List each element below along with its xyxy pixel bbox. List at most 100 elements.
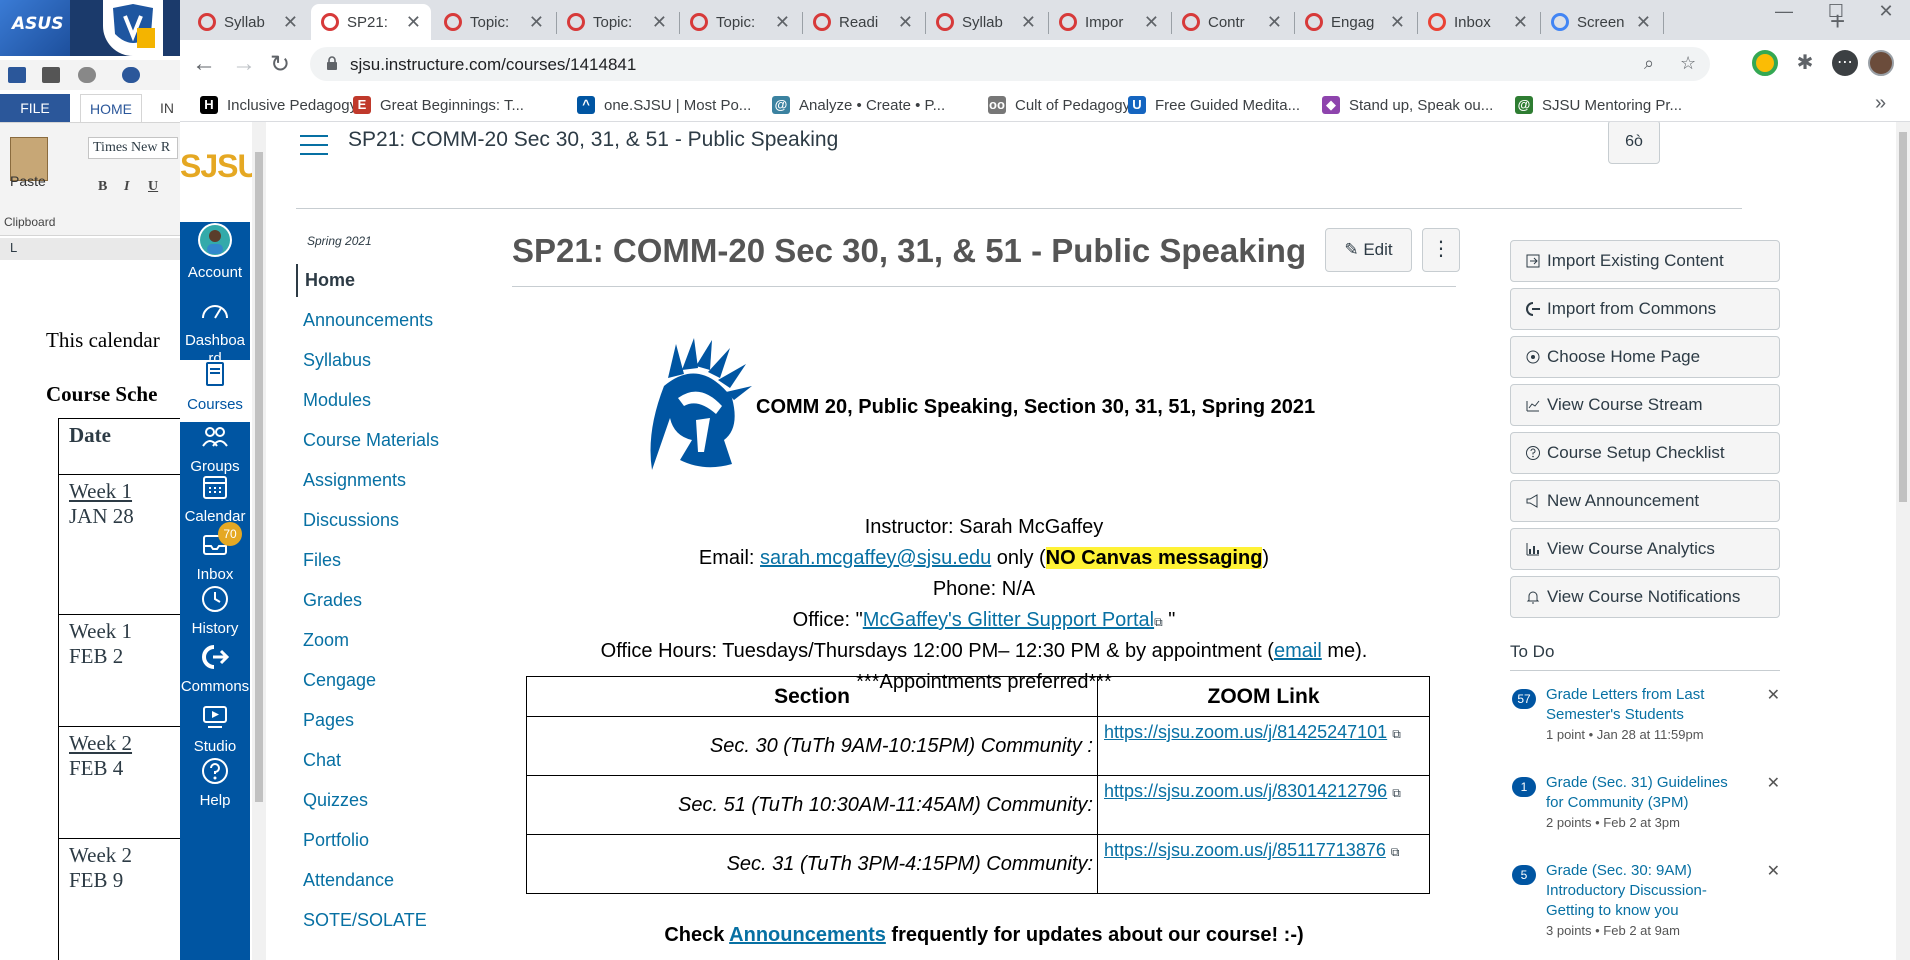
- browser-tab[interactable]: Syllab ✕: [926, 4, 1046, 40]
- course-nav-sote-solate[interactable]: SOTE/SOLATE: [296, 904, 466, 937]
- puzzle-icon[interactable]: ✱: [1792, 50, 1818, 76]
- course-setup-checklist-button[interactable]: Course Setup Checklist: [1510, 432, 1780, 474]
- scroll-thumb[interactable]: [255, 152, 263, 802]
- close-tab-icon[interactable]: ✕: [1267, 12, 1282, 33]
- bookmark-item[interactable]: E Great Beginnings: T...: [353, 94, 524, 116]
- tab-home[interactable]: HOME: [80, 94, 142, 122]
- todo-title-link[interactable]: Grade Letters from Last Semester's Stude…: [1546, 685, 1746, 725]
- global-nav-help[interactable]: Help: [180, 756, 250, 812]
- course-nav-portfolio[interactable]: Portfolio: [296, 824, 466, 857]
- email-link[interactable]: sarah.mcgaffey@sjsu.edu: [760, 547, 991, 569]
- bookmark-item[interactable]: @ SJSU Mentoring Pr...: [1515, 94, 1682, 116]
- browser-tab[interactable]: Inbox ✕: [1418, 4, 1538, 40]
- course-nav-files[interactable]: Files: [296, 544, 466, 577]
- close-tab-icon[interactable]: ✕: [652, 12, 667, 33]
- global-nav-commons[interactable]: Commons: [180, 642, 250, 702]
- italic-button[interactable]: I: [124, 179, 129, 195]
- close-tab-icon[interactable]: ✕: [529, 12, 544, 33]
- global-nav-studio[interactable]: Studio: [180, 702, 250, 756]
- bookmark-item[interactable]: ◆ Stand up, Speak ou...: [1322, 94, 1493, 116]
- browser-tab[interactable]: Engag ✕: [1295, 4, 1415, 40]
- forward-icon[interactable]: →: [232, 50, 256, 78]
- global-nav-account[interactable]: Account: [180, 222, 250, 290]
- undo-icon[interactable]: [78, 67, 96, 83]
- zoom-link[interactable]: https://sjsu.zoom.us/j/81425247101: [1104, 722, 1387, 742]
- browser-tab[interactable]: Topic: ✕: [557, 4, 677, 40]
- course-nav-assignments[interactable]: Assignments: [296, 464, 466, 497]
- course-nav-cengage[interactable]: Cengage: [296, 664, 466, 697]
- course-nav-syllabus[interactable]: Syllabus: [296, 344, 466, 377]
- profile-avatar[interactable]: [1868, 50, 1894, 76]
- browser-tab[interactable]: Readi ✕: [803, 4, 923, 40]
- zoom-link[interactable]: https://sjsu.zoom.us/j/85117713876: [1104, 840, 1386, 860]
- breadcrumb[interactable]: SP21: COMM-20 Sec 30, 31, & 51 - Public …: [348, 128, 838, 152]
- browser-tab[interactable]: Syllab ✕: [188, 4, 308, 40]
- tab-stop-marker[interactable]: L: [10, 240, 17, 255]
- asus-icon[interactable]: ASUS: [0, 0, 70, 56]
- dismiss-icon[interactable]: ✕: [1767, 685, 1780, 705]
- browser-tab[interactable]: Topic: ✕: [680, 4, 800, 40]
- underline-button[interactable]: U: [148, 179, 158, 195]
- global-nav-groups[interactable]: Groups: [180, 422, 250, 475]
- course-nav-grades[interactable]: Grades: [296, 584, 466, 617]
- bold-button[interactable]: B: [98, 179, 107, 195]
- close-tab-icon[interactable]: ✕: [1021, 12, 1036, 33]
- page-scrollbar[interactable]: [1896, 122, 1910, 960]
- save-icon[interactable]: [42, 67, 60, 83]
- global-nav-courses[interactable]: Courses: [180, 360, 250, 422]
- maximize-icon[interactable]: ☐: [1810, 0, 1862, 30]
- word-icon[interactable]: [8, 67, 26, 83]
- view-course-analytics-button[interactable]: View Course Analytics: [1510, 528, 1780, 570]
- immersive-reader-icon[interactable]: 6ò: [1608, 122, 1660, 164]
- course-nav-course-materials[interactable]: Course Materials: [296, 424, 466, 457]
- view-course-notifications-button[interactable]: View Course Notifications: [1510, 576, 1780, 618]
- close-tab-icon[interactable]: ✕: [406, 12, 421, 33]
- browser-tab[interactable]: Topic: ✕: [434, 4, 554, 40]
- shield-icon[interactable]: [103, 0, 163, 56]
- menu-dots-icon[interactable]: ⋯: [1832, 50, 1858, 76]
- email-me-link[interactable]: email: [1274, 640, 1322, 662]
- browser-tab[interactable]: Contr ✕: [1172, 4, 1292, 40]
- more-bookmarks-icon[interactable]: »: [1875, 92, 1886, 115]
- redo-icon[interactable]: [122, 67, 140, 83]
- url-field[interactable]: sjsu.instructure.com/courses/1414841 ⌕ ☆: [310, 47, 1710, 81]
- font-name-box[interactable]: Times New R: [88, 137, 178, 159]
- bookmark-item[interactable]: U Free Guided Medita...: [1128, 94, 1300, 116]
- course-nav-attendance[interactable]: Attendance: [296, 864, 466, 897]
- scroll-thumb[interactable]: [1899, 132, 1907, 502]
- zoom-search-icon[interactable]: ⌕: [1644, 53, 1654, 74]
- browser-tab[interactable]: SP21: ✕: [311, 4, 431, 40]
- announcements-link[interactable]: Announcements: [729, 924, 886, 946]
- bookmark-star-icon[interactable]: ☆: [1680, 53, 1696, 74]
- close-tab-icon[interactable]: ✕: [283, 12, 298, 33]
- dismiss-icon[interactable]: ✕: [1767, 773, 1780, 793]
- course-nav-pages[interactable]: Pages: [296, 704, 466, 737]
- reload-icon[interactable]: ↻: [270, 50, 290, 79]
- browser-tab[interactable]: Screen ✕: [1541, 4, 1661, 40]
- tab-file[interactable]: FILE: [0, 94, 70, 122]
- left-scrollbar[interactable]: [252, 122, 266, 960]
- edit-button[interactable]: ✎ Edit: [1325, 228, 1412, 272]
- sjsu-logo[interactable]: SJSU: [180, 122, 261, 222]
- close-tab-icon[interactable]: ✕: [775, 12, 790, 33]
- course-nav-modules[interactable]: Modules: [296, 384, 466, 417]
- minimize-icon[interactable]: —: [1758, 0, 1810, 30]
- course-nav-announcements[interactable]: Announcements: [296, 304, 466, 337]
- paste-button[interactable]: Paste: [10, 173, 46, 189]
- close-tab-icon[interactable]: ✕: [1636, 12, 1651, 33]
- course-nav-quizzes[interactable]: Quizzes: [296, 784, 466, 817]
- new-announcement-button[interactable]: New Announcement: [1510, 480, 1780, 522]
- course-nav-discussions[interactable]: Discussions: [296, 504, 466, 537]
- course-nav-chat[interactable]: Chat: [296, 744, 466, 777]
- global-nav-history[interactable]: History: [180, 584, 250, 642]
- browser-tab[interactable]: Impor ✕: [1049, 4, 1169, 40]
- bookmark-item[interactable]: oo Cult of Pedagogy: [988, 94, 1130, 116]
- global-nav-inbox[interactable]: 70 Inbox: [180, 522, 250, 584]
- extension-icon[interactable]: [1752, 50, 1778, 76]
- zoom-link[interactable]: https://sjsu.zoom.us/j/83014212796: [1104, 781, 1387, 801]
- course-nav-home[interactable]: Home: [296, 264, 466, 297]
- back-icon[interactable]: ←: [192, 50, 216, 78]
- view-course-stream-button[interactable]: View Course Stream: [1510, 384, 1780, 426]
- todo-title-link[interactable]: Grade (Sec. 31) Guidelines for Community…: [1546, 773, 1746, 813]
- close-tab-icon[interactable]: ✕: [1390, 12, 1405, 33]
